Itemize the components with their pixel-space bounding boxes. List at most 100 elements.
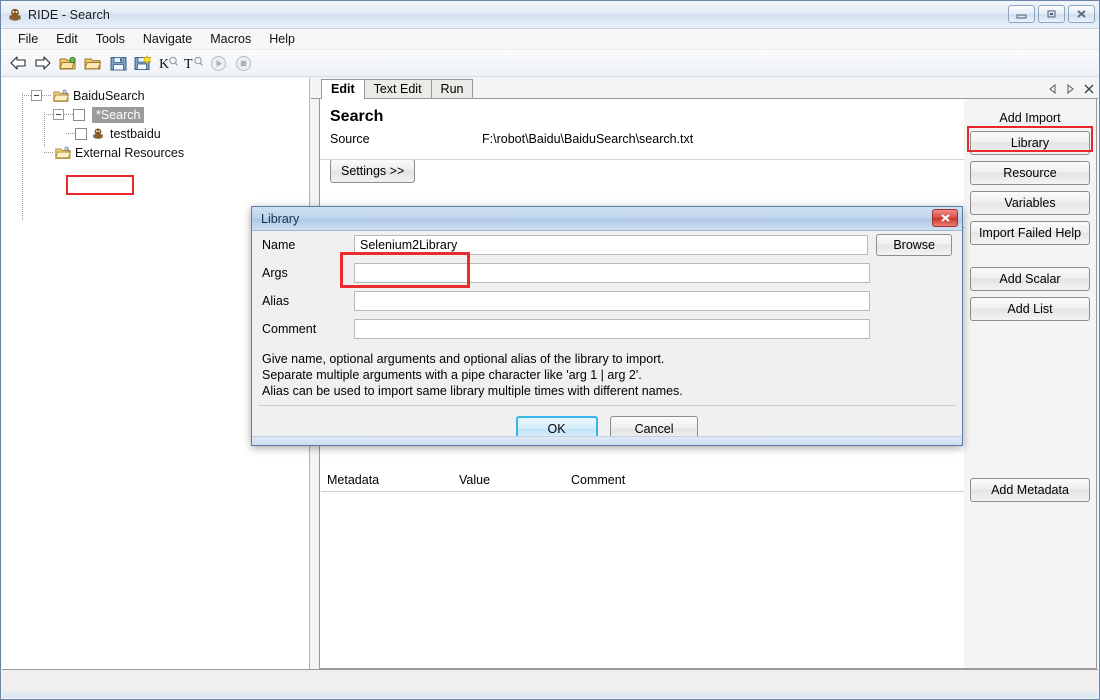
- editor-tabstrip: Edit Text Edit Run: [311, 78, 1098, 99]
- library-button-highlight: [967, 126, 1093, 152]
- search-keyword-icon[interactable]: K: [157, 53, 179, 74]
- close-button[interactable]: [1068, 5, 1095, 23]
- expander-icon[interactable]: [31, 90, 42, 101]
- tree-node-checkbox[interactable]: [75, 127, 87, 140]
- tree-node-external-resources[interactable]: External Resources: [8, 143, 309, 162]
- ride-main-window: RIDE - Search File Edit Tools Navigate M…: [0, 0, 1100, 700]
- add-resource-button[interactable]: Resource: [970, 161, 1090, 185]
- args-label: Args: [262, 266, 288, 280]
- column-header-metadata: Metadata: [327, 473, 380, 487]
- tree-node-search[interactable]: *Search: [8, 105, 309, 124]
- search-test-icon[interactable]: T: [182, 53, 204, 74]
- window-titlebar: RIDE - Search: [1, 1, 1099, 29]
- tree-connector: [66, 133, 75, 134]
- field-row-comment: Comment: [252, 315, 962, 343]
- tab-run[interactable]: Run: [430, 79, 474, 98]
- metadata-table-header: Metadata Value Comment: [321, 469, 964, 492]
- tab-text-edit[interactable]: Text Edit: [363, 79, 432, 98]
- name-input[interactable]: Selenium2Library: [354, 235, 869, 255]
- close-tab-icon[interactable]: [1084, 84, 1094, 97]
- divider: [258, 405, 956, 406]
- tree-node-label: testbaidu: [110, 126, 161, 141]
- comment-label: Comment: [262, 322, 317, 336]
- help-line-2: Separate multiple arguments with a pipe …: [262, 368, 642, 382]
- imports-side-panel: Add Import Library Resource Variables Im…: [964, 99, 1096, 668]
- new-project-icon[interactable]: [57, 53, 79, 74]
- restore-button[interactable]: [1038, 5, 1065, 23]
- selected-node-highlight: [66, 175, 134, 195]
- open-folder-icon[interactable]: [82, 53, 104, 74]
- menubar: File Edit Tools Navigate Macros Help: [1, 29, 1099, 50]
- svg-text:T: T: [184, 57, 193, 72]
- column-header-comment: Comment: [571, 473, 626, 487]
- menu-file[interactable]: File: [9, 30, 47, 48]
- tab-edit[interactable]: Edit: [321, 79, 365, 99]
- window-controls: [1008, 5, 1095, 23]
- tree-node-label: *Search: [89, 106, 148, 123]
- alias-input[interactable]: [354, 291, 870, 311]
- tree-node-baidusearch[interactable]: BaiduSearch: [8, 86, 309, 105]
- tree-connector: [44, 112, 45, 148]
- triangle-right-icon[interactable]: [1066, 83, 1075, 97]
- expander-icon[interactable]: [53, 109, 64, 120]
- dialog-titlebar: Library: [252, 207, 962, 231]
- save-icon[interactable]: [107, 53, 129, 74]
- window-title: RIDE - Search: [28, 7, 110, 22]
- menu-help[interactable]: Help: [260, 30, 304, 48]
- column-header-value: Value: [459, 473, 491, 487]
- name-label: Name: [262, 238, 296, 252]
- svg-text:K: K: [159, 57, 169, 72]
- field-row-name: Name Selenium2Library Browse: [252, 231, 962, 259]
- back-arrow-icon[interactable]: [7, 53, 29, 74]
- stop-icon[interactable]: [232, 53, 254, 74]
- metadata-table: Metadata Value Comment: [321, 469, 964, 667]
- menu-tools[interactable]: Tools: [87, 30, 134, 48]
- add-import-label: Add Import: [999, 111, 1061, 125]
- field-row-alias: Alias: [252, 287, 962, 315]
- tree-connector: [42, 95, 51, 96]
- tree-node-label: BaiduSearch: [73, 88, 145, 103]
- source-label: Source: [330, 132, 370, 146]
- suite-folder-icon: [55, 145, 72, 160]
- help-line-3: Alias can be used to import same library…: [262, 384, 683, 398]
- dialog-body: Name Selenium2Library Browse Args Alias …: [252, 231, 962, 445]
- save-all-icon[interactable]: [132, 53, 154, 74]
- comment-input[interactable]: [354, 319, 870, 339]
- minimize-button[interactable]: [1008, 5, 1035, 23]
- add-scalar-button[interactable]: Add Scalar: [970, 267, 1090, 291]
- toolbar: K T: [1, 50, 1099, 77]
- browse-button[interactable]: Browse: [876, 234, 952, 256]
- tree-node-checkbox[interactable]: [73, 108, 85, 121]
- forward-arrow-icon[interactable]: [32, 53, 54, 74]
- tree-node-testbaidu[interactable]: testbaidu: [8, 124, 309, 143]
- add-metadata-button[interactable]: Add Metadata: [970, 478, 1090, 502]
- menu-edit[interactable]: Edit: [47, 30, 87, 48]
- dialog-title: Library: [261, 211, 300, 226]
- settings-toggle-button[interactable]: Settings >>: [330, 159, 416, 183]
- add-variables-button[interactable]: Variables: [970, 191, 1090, 215]
- tree-connector: [22, 95, 31, 96]
- add-list-button[interactable]: Add List: [970, 297, 1090, 321]
- tab-navigation: [1048, 83, 1094, 97]
- dialog-help-text: Give name, optional arguments and option…: [252, 343, 962, 399]
- dialog-close-button[interactable]: [932, 209, 958, 227]
- help-line-1: Give name, optional arguments and option…: [262, 352, 665, 366]
- suite-folder-icon: [53, 88, 70, 103]
- alias-label: Alias: [262, 294, 290, 308]
- field-row-args: Args: [252, 259, 962, 287]
- tree-node-label: External Resources: [75, 145, 185, 160]
- tree-connector: [64, 114, 73, 115]
- project-tree: BaiduSearch *Search testbaidu External R…: [2, 78, 309, 162]
- tree-connector: [22, 93, 23, 221]
- args-input[interactable]: [354, 263, 870, 283]
- robot-test-icon: [91, 127, 105, 141]
- menu-macros[interactable]: Macros: [201, 30, 260, 48]
- triangle-left-icon[interactable]: [1048, 83, 1057, 97]
- source-value: F:\robot\Baidu\BaiduSearch\search.txt: [482, 132, 694, 146]
- statusbar: [2, 669, 1098, 698]
- library-import-dialog: Library Name Selenium2Library Browse Arg…: [251, 206, 963, 446]
- menu-navigate[interactable]: Navigate: [134, 30, 201, 48]
- import-failed-help-button[interactable]: Import Failed Help: [970, 221, 1090, 245]
- run-icon[interactable]: [207, 53, 229, 74]
- tree-connector: [44, 152, 53, 153]
